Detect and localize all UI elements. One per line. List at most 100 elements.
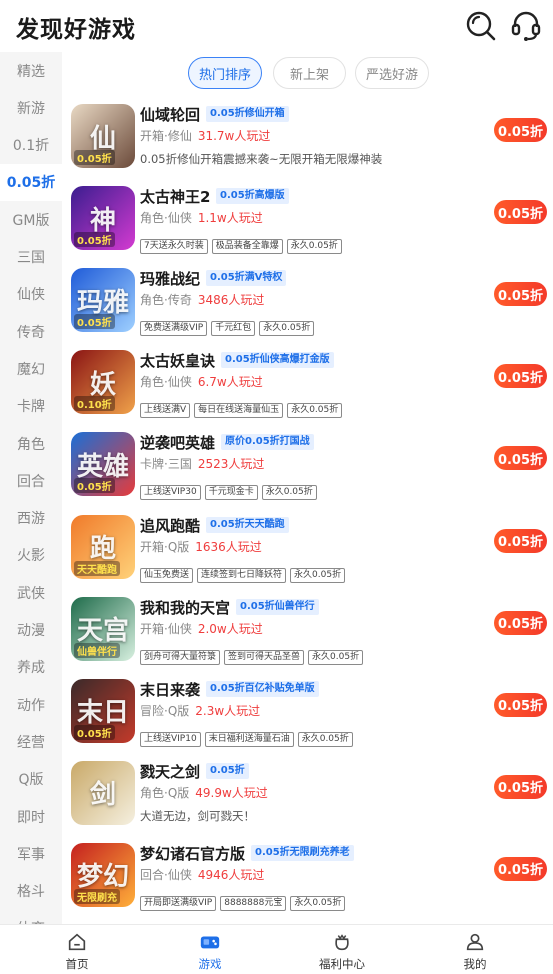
game-tags: 上线送VIP30 千元现金卡 永久0.05折 xyxy=(140,479,321,501)
game-icon[interactable]: 玛雅 0.05折 xyxy=(71,268,135,333)
game-icon[interactable]: 剑 xyxy=(71,760,135,825)
game-icon[interactable]: 跑天天酷跑 xyxy=(71,514,135,579)
game-tag: 极品装备全靠爆 xyxy=(211,239,283,255)
game-row[interactable]: 玛雅 0.05折 玛雅战纪 0.05折满V特权 角色·传奇 3486人玩过 免费送满级VIP… xyxy=(62,262,553,344)
game-name[interactable]: 末日来袭 xyxy=(140,679,200,700)
game-name[interactable]: 追风跑酷 xyxy=(140,515,200,536)
app-header: 发现好游戏 xyxy=(0,0,553,52)
game-badge: 0.05折满V特权 xyxy=(206,270,287,287)
game-icon[interactable]: 梦幻 无限刷充 xyxy=(71,842,135,907)
game-name[interactable]: 仙域轮回 xyxy=(140,104,200,125)
game-row[interactable]: 天宫 仙兽伴行 我和我的天宫 0.05折仙兽伴行 开箱·仙侠 2.0w人玩过 剑舟可得大量符… xyxy=(62,591,553,673)
gamepad-icon xyxy=(200,936,220,949)
game-name[interactable]: 我和我的天宫 xyxy=(140,597,230,618)
tab-2[interactable]: 新上架 xyxy=(273,57,346,89)
game-icon[interactable]: 神 0.05折 xyxy=(71,186,135,251)
sidebar-item[interactable]: 角色 xyxy=(0,425,62,462)
discount-button[interactable]: 0.05折 xyxy=(494,610,547,635)
discount-button[interactable]: 0.05折 xyxy=(494,692,547,717)
nav-item-2[interactable]: 游戏 xyxy=(165,925,255,974)
game-icon-tag: 无限刷充 xyxy=(74,888,120,904)
game-row[interactable]: 末日 0.05折 末日来袭 0.05折百亿补贴免单版 冒险·Q版 2.3w人玩过 上线送VI… xyxy=(62,673,553,755)
nav-label: 游戏 xyxy=(198,957,222,971)
sidebar-item[interactable]: 养成 xyxy=(0,649,62,686)
sidebar-item[interactable]: 军事 xyxy=(0,835,62,872)
discount-button[interactable]: 0.05折 xyxy=(494,282,547,307)
discount-button[interactable]: 0.05折 xyxy=(494,200,547,225)
game-genre: 开箱·Q版 xyxy=(140,539,190,554)
nav-item-3[interactable]: 福利中心 xyxy=(297,925,387,974)
sidebar-item[interactable]: 0.05折 xyxy=(0,163,62,201)
sidebar-item[interactable]: 格斗 xyxy=(0,873,62,910)
game-icon[interactable]: 仙 0.05折 xyxy=(71,104,135,168)
game-meta: 冒险·Q版 2.3w人玩过 xyxy=(140,702,260,719)
sidebar-item[interactable]: 新游 xyxy=(0,89,62,126)
sidebar-item[interactable]: 0.1折 xyxy=(0,127,62,164)
tab-3[interactable]: 严选好游 xyxy=(355,57,429,89)
discount-button[interactable]: 0.05折 xyxy=(494,528,547,553)
game-name[interactable]: 梦幻诸石官方版 xyxy=(140,843,245,864)
game-name[interactable]: 戮天之剑 xyxy=(140,761,200,782)
nav-item-1[interactable]: 首页 xyxy=(32,925,122,974)
game-name[interactable]: 太古神王2 xyxy=(140,186,210,207)
sidebar-item[interactable]: 卡牌 xyxy=(0,388,62,425)
sidebar-item[interactable]: 经营 xyxy=(0,723,62,760)
game-row[interactable]: 跑天天酷跑 追风跑酷 0.05折天天酷跑 开箱·Q版 1636人玩过 仙玉免费送 连续签到七… xyxy=(62,509,553,591)
discount-button[interactable]: 0.05折 xyxy=(494,118,547,142)
sidebar-item[interactable]: 三国 xyxy=(0,239,62,276)
sidebar-item[interactable]: 魔幻 xyxy=(0,350,62,387)
sidebar-item[interactable]: 火影 xyxy=(0,537,62,574)
game-icon-tag: 0.05折 xyxy=(74,478,115,494)
game-tag: 仙玉免费送 xyxy=(140,567,194,583)
game-icon-tag: 0.10折 xyxy=(74,396,115,412)
sidebar-item[interactable]: GM版 xyxy=(0,201,62,238)
discount-button[interactable]: 0.05折 xyxy=(494,774,547,799)
nav-label: 首页 xyxy=(65,957,89,971)
game-genre: 角色·仙侠 xyxy=(140,375,192,390)
game-tag: 永久0.05折 xyxy=(286,239,342,255)
game-row[interactable]: 剑戮天之剑 0.05折 角色·Q版 49.9w人玩过 大道无边，剑可戮天！ 0.05折 xyxy=(62,755,553,837)
sidebar-item[interactable]: 回合 xyxy=(0,462,62,499)
game-tag: 上线送满V xyxy=(140,403,191,419)
game-badge: 0.05折天天酷跑 xyxy=(206,516,289,533)
game-list: 仙 0.05折 仙域轮回 0.05折修仙开箱 开箱·修仙 31.7w人玩过 0.05折修仙开… xyxy=(62,98,553,924)
game-meta: 角色·仙侠 6.7w人玩过 xyxy=(140,373,263,390)
game-players: 2523人玩过 xyxy=(197,457,265,472)
sidebar-item[interactable]: 精选 xyxy=(0,52,62,89)
game-name[interactable]: 玛雅战纪 xyxy=(140,268,200,289)
game-row[interactable]: 英雄 0.05折 逆袭吧英雄 原价0.05折打国战 卡牌·三国 2523人玩过 上线送VIP… xyxy=(62,426,553,508)
game-icon[interactable]: 妖 0.10折 xyxy=(71,350,135,415)
sidebar-item[interactable]: 动作 xyxy=(0,686,62,723)
game-icon[interactable]: 天宫 仙兽伴行 xyxy=(71,596,135,661)
discount-button[interactable]: 0.05折 xyxy=(494,364,547,389)
game-row[interactable]: 妖 0.10折 太古妖皇诀 0.05折仙侠高爆打金版 角色·仙侠 6.7w人玩过 上线送满V… xyxy=(62,344,553,426)
sidebar-item[interactable]: 西游 xyxy=(0,500,62,537)
discount-button[interactable]: 0.05折 xyxy=(494,446,547,471)
sidebar-item[interactable]: 即时 xyxy=(0,798,62,835)
nav-item-4[interactable]: 我的 xyxy=(430,925,520,974)
game-name[interactable]: 太古妖皇诀 xyxy=(140,350,215,371)
sidebar-item[interactable]: 动漫 xyxy=(0,612,62,649)
game-tag: 开局即送满级VIP xyxy=(140,895,217,911)
game-tag: 末日福利送海量石油 xyxy=(204,731,294,747)
sidebar-item[interactable]: 传奇 xyxy=(0,313,62,350)
search-icon[interactable] xyxy=(465,10,497,42)
tab-1[interactable]: 热门排序 xyxy=(188,57,262,89)
game-icon[interactable]: 英雄 0.05折 xyxy=(71,432,135,497)
game-name[interactable]: 逆袭吧英雄 xyxy=(140,432,215,453)
sidebar-item[interactable]: 体育 xyxy=(0,910,62,924)
discount-button[interactable]: 0.05折 xyxy=(494,856,547,881)
game-icon[interactable]: 末日 0.05折 xyxy=(71,678,135,743)
game-row[interactable]: 仙 0.05折 仙域轮回 0.05折修仙开箱 开箱·修仙 31.7w人玩过 0.05折修仙开… xyxy=(62,98,553,180)
sidebar-item[interactable]: Q版 xyxy=(0,761,62,798)
game-meta: 开箱·修仙 31.7w人玩过 xyxy=(140,127,270,144)
game-row[interactable]: 梦幻 无限刷充 梦幻诸石官方版 0.05折无限刷充养老 回合·仙侠 4946人玩过 开局即送… xyxy=(62,837,553,919)
game-genre: 角色·传奇 xyxy=(140,293,192,308)
headset-icon[interactable] xyxy=(510,10,542,42)
game-tags: 7天送永久时装 极品装备全靠爆 永久0.05折 xyxy=(140,233,346,255)
category-sidebar: 精选 新游 0.1折 0.05折 GM版 三国 仙侠 传奇 魔幻 卡牌 角色 回合 西游 火影 武侠 动漫 养成… xyxy=(0,52,62,924)
sidebar-item[interactable]: 武侠 xyxy=(0,574,62,611)
sidebar-item[interactable]: 仙侠 xyxy=(0,276,62,313)
game-players: 31.7w人玩过 xyxy=(197,129,271,143)
game-row[interactable]: 神 0.05折 太古神王2 0.05折高爆版 角色·仙侠 1.1w人玩过 7天送永久时装 极品… xyxy=(62,180,553,262)
